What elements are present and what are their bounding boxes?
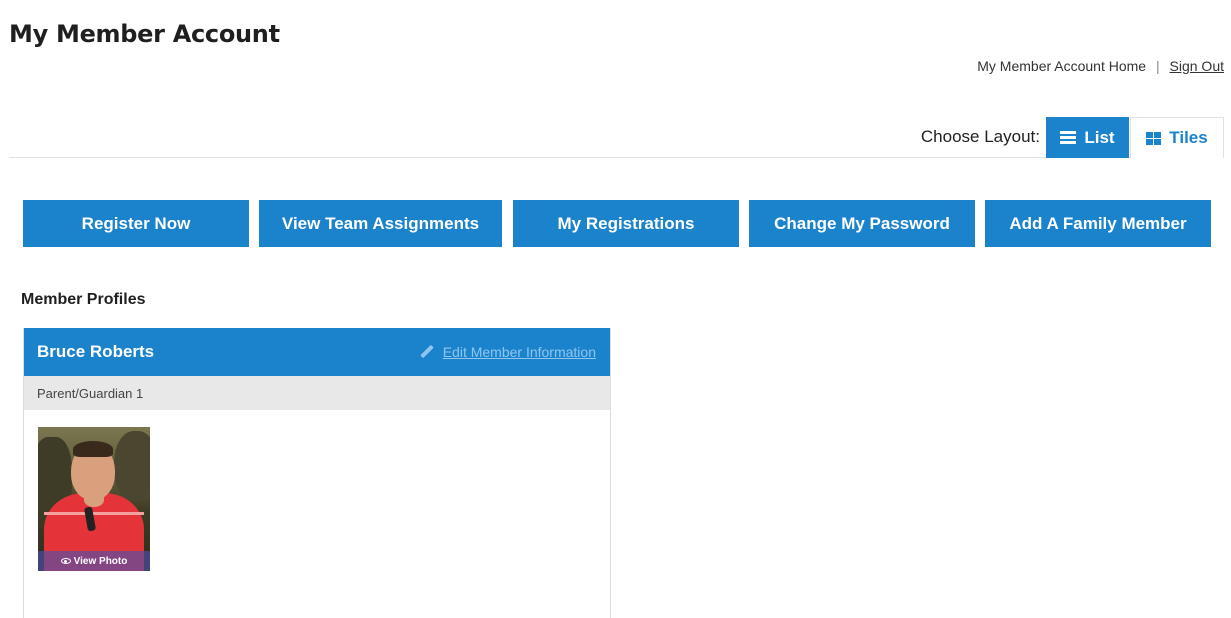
eye-icon — [60, 558, 71, 564]
layout-bar: Choose Layout: List Tiles — [9, 117, 1224, 158]
profile-header: Bruce Roberts Edit Member Information — [24, 328, 610, 376]
add-family-member-button[interactable]: Add A Family Member — [985, 200, 1211, 247]
sign-out-link[interactable]: Sign Out — [1170, 58, 1224, 74]
choose-layout-label: Choose Layout: — [920, 127, 1040, 146]
pencil-icon — [420, 345, 434, 359]
view-team-assignments-button[interactable]: View Team Assignments — [259, 200, 502, 247]
edit-member-information-link[interactable]: Edit Member Information — [420, 344, 596, 360]
view-photo-label: View Photo — [73, 555, 128, 567]
change-my-password-button[interactable]: Change My Password — [749, 200, 975, 247]
action-button-row: Register Now View Team Assignments My Re… — [23, 200, 1211, 247]
member-photo[interactable]: View Photo — [38, 427, 150, 571]
register-now-button[interactable]: Register Now — [23, 200, 249, 247]
profile-role: Parent/Guardian 1 — [24, 376, 610, 410]
tiles-layout-label: Tiles — [1169, 128, 1208, 147]
top-links: My Member Account Home | Sign Out — [977, 58, 1224, 74]
link-separator: | — [1155, 58, 1160, 74]
profile-name: Bruce Roberts — [37, 342, 155, 361]
edit-member-information-label: Edit Member Information — [442, 344, 596, 360]
tiles-layout-button[interactable]: Tiles — [1130, 117, 1224, 158]
member-profiles-heading: Member Profiles — [21, 291, 146, 308]
list-layout-label: List — [1084, 127, 1115, 147]
member-account-home-link[interactable]: My Member Account Home — [977, 58, 1146, 74]
list-layout-button[interactable]: List — [1046, 117, 1129, 158]
view-photo-button[interactable]: View Photo — [38, 551, 150, 571]
member-profile-card: Bruce Roberts Edit Member Information Pa… — [23, 328, 611, 618]
page-title: My Member Account — [9, 20, 280, 48]
my-registrations-button[interactable]: My Registrations — [513, 200, 739, 247]
list-icon — [1060, 131, 1077, 144]
tiles-icon — [1146, 131, 1162, 145]
